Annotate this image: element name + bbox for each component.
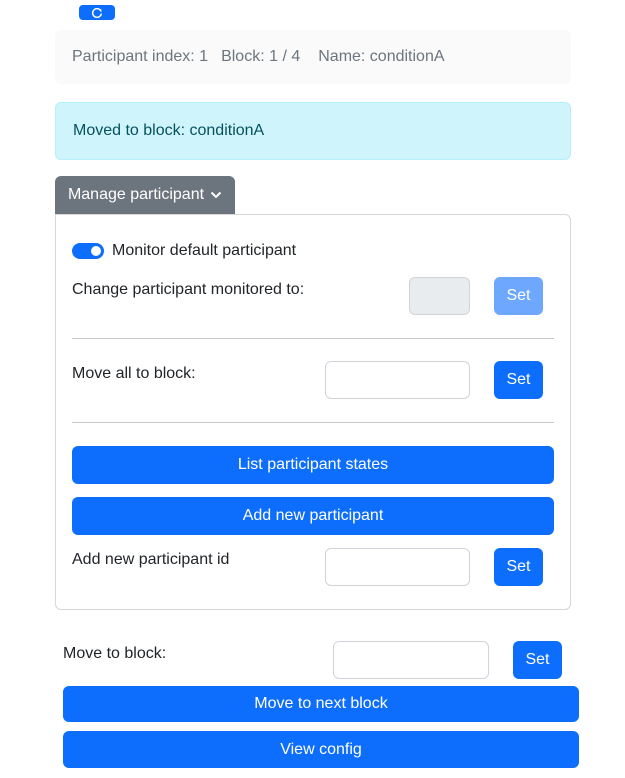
move-all-label: Move all to block: <box>72 365 196 382</box>
manage-participant-button[interactable]: Manage participant <box>55 176 235 214</box>
move-to-next-block-button[interactable]: Move to next block <box>63 686 579 722</box>
change-monitored-label: Change participant monitored to: <box>72 281 305 298</box>
divider <box>72 338 554 339</box>
switch-knob <box>91 246 101 256</box>
add-participant-id-input[interactable] <box>325 548 470 586</box>
move-to-block-set-button[interactable]: Set <box>513 641 562 679</box>
participant-name: Name: conditionA <box>318 48 445 65</box>
block-indicator: Block: 1 / 4 <box>221 48 301 65</box>
divider <box>72 422 554 423</box>
view-config-button[interactable]: View config <box>63 731 579 768</box>
participant-info-bar: Participant index: 1 Block: 1 / 4 Name: … <box>55 30 571 84</box>
participant-index: Participant index: 1 <box>72 48 209 65</box>
add-participant-id-label: Add new participant id <box>72 551 230 568</box>
monitor-default-label: Monitor default participant <box>112 242 297 259</box>
change-monitored-input[interactable] <box>409 277 470 315</box>
move-all-input[interactable] <box>325 361 470 399</box>
chevron-down-icon <box>210 191 222 199</box>
manage-participant-label: Manage participant <box>67 186 205 203</box>
add-new-participant-button[interactable]: Add new participant <box>72 497 554 535</box>
move-to-block-input[interactable] <box>333 641 489 679</box>
move-to-block-label: Move to block: <box>63 645 167 662</box>
refresh-button[interactable] <box>79 5 115 20</box>
add-participant-id-set-button[interactable]: Set <box>494 548 543 586</box>
status-alert-message: Moved to block: conditionA <box>73 122 265 139</box>
refresh-icon <box>92 7 102 18</box>
list-participant-states-button[interactable]: List participant states <box>72 446 554 484</box>
move-all-set-button[interactable]: Set <box>494 361 543 399</box>
change-monitored-set-button[interactable]: Set <box>494 277 543 315</box>
monitor-default-switch[interactable] <box>72 243 104 259</box>
status-alert: Moved to block: conditionA <box>55 102 571 160</box>
